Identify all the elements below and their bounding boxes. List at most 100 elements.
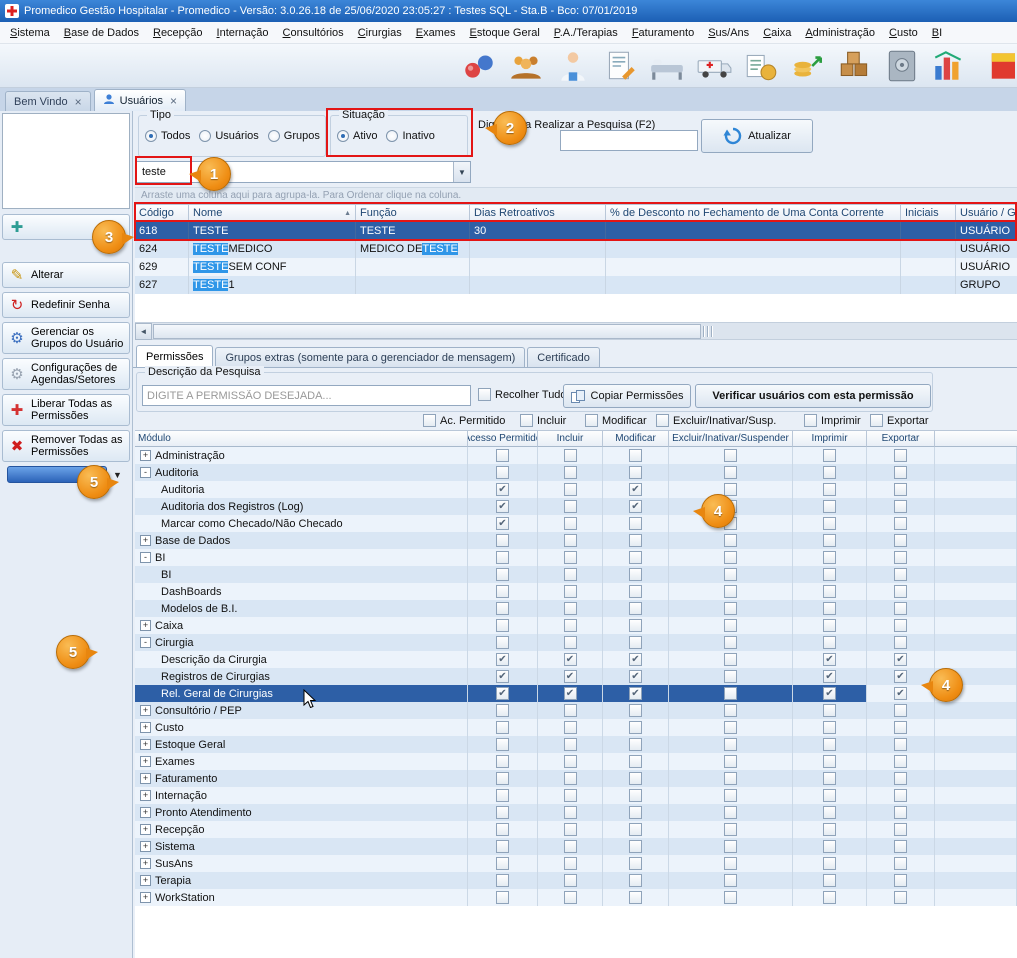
perm-checkbox[interactable]: ✔ bbox=[894, 670, 907, 683]
perm-row-susans-24[interactable]: +SusAns bbox=[135, 855, 1017, 872]
perm-checkbox[interactable] bbox=[564, 534, 577, 547]
stock-icon[interactable] bbox=[836, 47, 874, 85]
scroll-left-icon[interactable]: ◄ bbox=[135, 323, 152, 340]
perm-checkbox[interactable] bbox=[823, 619, 836, 632]
perm-checkbox[interactable] bbox=[823, 534, 836, 547]
perm-row-registros-de-cirurgias-13[interactable]: Registros de Cirurgias✔✔✔✔✔ bbox=[135, 668, 1017, 685]
menu-consultorios[interactable]: Consultórios bbox=[276, 24, 351, 42]
perm-checkbox[interactable] bbox=[564, 704, 577, 717]
users-col-dias-retroativos[interactable]: Dias Retroativos bbox=[470, 204, 606, 222]
perm-checkbox[interactable] bbox=[629, 772, 642, 785]
safe-icon[interactable] bbox=[883, 47, 921, 85]
perm-checkbox[interactable] bbox=[496, 823, 509, 836]
perm-checkbox[interactable] bbox=[823, 891, 836, 904]
perm-checkbox[interactable] bbox=[496, 857, 509, 870]
perm-checkbox[interactable] bbox=[823, 721, 836, 734]
perm-checkbox[interactable] bbox=[629, 721, 642, 734]
perm-checkbox[interactable] bbox=[823, 874, 836, 887]
perm-checkbox[interactable]: ✔ bbox=[496, 517, 509, 530]
radio-usuarios[interactable]: Usuários bbox=[199, 130, 258, 142]
perm-checkbox[interactable] bbox=[629, 517, 642, 530]
perm-checkbox[interactable] bbox=[894, 772, 907, 785]
users-col-iniciais[interactable]: Iniciais bbox=[901, 204, 956, 222]
perm-checkbox[interactable] bbox=[564, 840, 577, 853]
tree-expand-icon[interactable]: + bbox=[140, 450, 151, 461]
perm-checkbox[interactable] bbox=[564, 619, 577, 632]
tree-expand-icon[interactable]: + bbox=[140, 739, 151, 750]
menu-p-a-terapias[interactable]: P.A./Terapias bbox=[547, 24, 625, 42]
checkbox-icon[interactable] bbox=[656, 414, 669, 427]
tab-bem-vindo[interactable]: Bem Vindo× bbox=[5, 91, 91, 111]
menu-caixa[interactable]: Caixa bbox=[756, 24, 798, 42]
perm-checkbox[interactable] bbox=[564, 738, 577, 751]
perm-checkbox[interactable] bbox=[496, 449, 509, 462]
perm-checkbox[interactable] bbox=[496, 636, 509, 649]
user-row-624[interactable]: 624TESTE MEDICOMEDICO DE TESTEUSUÁRIO bbox=[135, 240, 1017, 258]
filter-check-exportar[interactable]: Exportar bbox=[870, 414, 929, 427]
filter-check-excluir-inativar-susp[interactable]: Excluir/Inativar/Susp. bbox=[656, 414, 776, 427]
perm-checkbox[interactable] bbox=[724, 755, 737, 768]
perm-row-auditoria-1[interactable]: -Auditoria bbox=[135, 464, 1017, 481]
menu-estoque-geral[interactable]: Estoque Geral bbox=[462, 24, 546, 42]
perm-checkbox[interactable] bbox=[894, 823, 907, 836]
bi-chart-icon[interactable] bbox=[930, 47, 968, 85]
perm-checkbox[interactable]: ✔ bbox=[823, 653, 836, 666]
perm-checkbox[interactable] bbox=[823, 551, 836, 564]
billing-icon[interactable] bbox=[742, 47, 780, 85]
tab-usuarios[interactable]: Usuários× bbox=[94, 89, 186, 111]
perm-checkbox[interactable] bbox=[894, 857, 907, 870]
perm-checkbox[interactable] bbox=[724, 840, 737, 853]
perm-checkbox[interactable]: ✔ bbox=[629, 670, 642, 683]
perm-row-terapia-25[interactable]: +Terapia bbox=[135, 872, 1017, 889]
perm-checkbox[interactable] bbox=[724, 823, 737, 836]
search-input[interactable] bbox=[560, 130, 698, 151]
perm-checkbox[interactable] bbox=[894, 874, 907, 887]
perm-checkbox[interactable] bbox=[823, 840, 836, 853]
close-tab-icon[interactable]: × bbox=[170, 94, 177, 108]
perm-checkbox[interactable] bbox=[894, 840, 907, 853]
perm-row-rel-geral-de-cirurgias-14[interactable]: Rel. Geral de Cirurgias✔✔✔✔✔ bbox=[135, 685, 1017, 702]
perm-row-estoque-geral-17[interactable]: +Estoque Geral bbox=[135, 736, 1017, 753]
perm-row-modelos-de-b-i-9[interactable]: Modelos de B.I. bbox=[135, 600, 1017, 617]
perm-checkbox[interactable] bbox=[564, 483, 577, 496]
perm-checkbox[interactable] bbox=[564, 500, 577, 513]
user-search-combo[interactable]: teste ▼ bbox=[136, 161, 471, 183]
verificar-usuarios-button[interactable]: Verificar usuários com esta permissão bbox=[695, 384, 931, 408]
radio-todos[interactable]: Todos bbox=[145, 130, 190, 142]
perm-checkbox[interactable] bbox=[496, 602, 509, 615]
perm-checkbox[interactable] bbox=[496, 721, 509, 734]
perm-checkbox[interactable] bbox=[564, 602, 577, 615]
perm-row-administracao-0[interactable]: +Administração bbox=[135, 447, 1017, 464]
checkbox-icon[interactable] bbox=[870, 414, 883, 427]
scrollbar-thumb[interactable] bbox=[153, 324, 701, 339]
partial-icon[interactable] bbox=[977, 47, 1015, 85]
perm-checkbox[interactable] bbox=[629, 551, 642, 564]
menu-sistema[interactable]: Sistema bbox=[3, 24, 57, 42]
menu-sus-ans[interactable]: Sus/Ans bbox=[701, 24, 756, 42]
perm-checkbox[interactable] bbox=[894, 704, 907, 717]
perm-checkbox[interactable] bbox=[823, 466, 836, 479]
perm-col-modificar[interactable]: Modificar bbox=[603, 430, 669, 447]
perm-checkbox[interactable] bbox=[823, 789, 836, 802]
tab-certificado[interactable]: Certificado bbox=[527, 347, 600, 367]
perm-checkbox[interactable] bbox=[894, 891, 907, 904]
perm-checkbox[interactable]: ✔ bbox=[496, 500, 509, 513]
users-col-de-desconto-no-fechamento-de-uma-conta-corrente[interactable]: % de Desconto no Fechamento de Uma Conta… bbox=[606, 204, 901, 222]
filter-check-incluir[interactable]: Incluir bbox=[520, 414, 566, 427]
perm-checkbox[interactable] bbox=[823, 857, 836, 870]
perm-col-incluir[interactable]: Incluir bbox=[538, 430, 603, 447]
perm-checkbox[interactable]: ✔ bbox=[496, 483, 509, 496]
perm-checkbox[interactable] bbox=[629, 857, 642, 870]
perm-checkbox[interactable] bbox=[564, 823, 577, 836]
perm-checkbox[interactable] bbox=[724, 789, 737, 802]
perm-checkbox[interactable]: ✔ bbox=[629, 500, 642, 513]
menu-recepcao[interactable]: Recepção bbox=[146, 24, 210, 42]
users-col-usuario-g[interactable]: Usuário / G bbox=[956, 204, 1017, 222]
perm-checkbox[interactable] bbox=[629, 449, 642, 462]
perm-checkbox[interactable] bbox=[894, 483, 907, 496]
prescription-icon[interactable] bbox=[601, 47, 639, 85]
perm-checkbox[interactable] bbox=[894, 517, 907, 530]
hospital-bed-icon[interactable] bbox=[648, 47, 686, 85]
radio-grupos[interactable]: Grupos bbox=[268, 130, 320, 142]
perm-checkbox[interactable] bbox=[496, 551, 509, 564]
